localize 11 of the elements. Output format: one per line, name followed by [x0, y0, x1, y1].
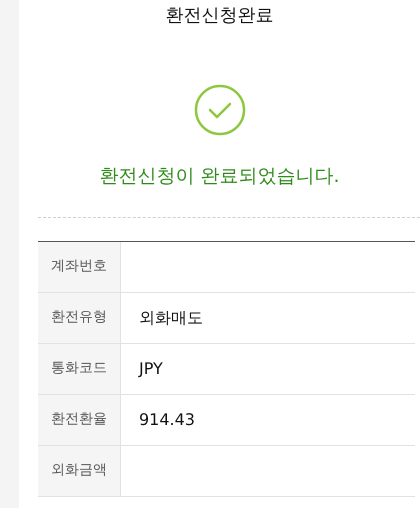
- row-label: 환전유형: [38, 292, 121, 342]
- row-value: JPY: [137, 358, 164, 380]
- completion-message: 환전신청이 완료되었습니다.: [99, 164, 340, 189]
- row-label: 계좌번호: [38, 242, 121, 292]
- row-label: 환전환율: [38, 394, 121, 444]
- row-value: 외화매도: [138, 306, 204, 328]
- checkmark-icon: [194, 84, 246, 136]
- row-label: 외화금액: [38, 446, 121, 496]
- row-label: 통화코드: [38, 344, 121, 394]
- page-title: 환전신청완료: [166, 4, 274, 28]
- row-value: 914.43: [138, 408, 196, 430]
